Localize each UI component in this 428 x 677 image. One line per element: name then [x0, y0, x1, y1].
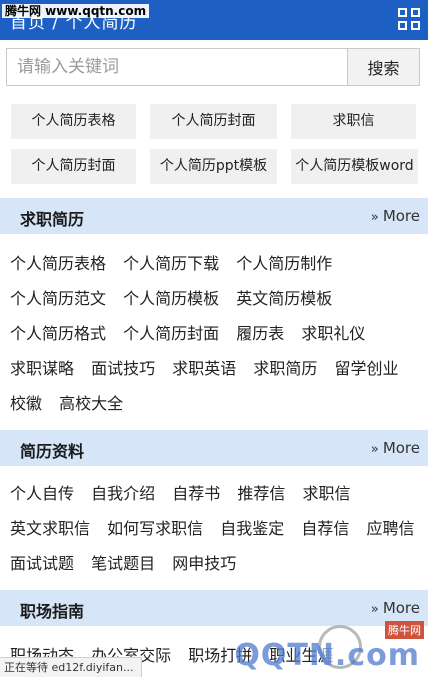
grid-cell — [398, 8, 407, 17]
link-item[interactable]: 自我介绍 — [91, 476, 155, 511]
tag-item[interactable]: 个人简历封面 — [11, 149, 136, 184]
more-link[interactable]: » More — [371, 207, 420, 225]
browser-status-bar: 正在等待 ed12f.diyifan... — [0, 657, 142, 677]
link-item[interactable]: 求职简历 — [253, 351, 317, 386]
link-item[interactable]: 个人简历格式 — [10, 316, 106, 351]
site-watermark: 腾牛网 www.qqtn.com — [2, 4, 150, 18]
section-header-materials: 简历资料 » More — [0, 430, 428, 466]
link-item[interactable]: 面试试题 — [10, 546, 74, 581]
search-button[interactable]: 搜索 — [347, 49, 419, 85]
more-label: More — [382, 207, 420, 225]
link-item[interactable]: 网申技巧 — [172, 546, 236, 581]
link-item[interactable]: 自荐信 — [301, 511, 349, 546]
link-item[interactable]: 如何写求职信 — [107, 511, 203, 546]
tag-item[interactable]: 个人简历表格 — [11, 104, 136, 139]
link-row: 个人简历范文 个人简历模板 英文简历模板 — [10, 281, 422, 316]
link-item[interactable]: 个人简历范文 — [10, 281, 106, 316]
search-bar: 搜索 — [6, 48, 420, 86]
watermark-text: QQTN.com — [234, 638, 420, 673]
link-row: 面试试题 笔试题目 网申技巧 — [10, 546, 422, 581]
section-header-resume: 求职简历 » More — [0, 198, 428, 234]
link-item[interactable]: 个人简历制作 — [236, 246, 332, 281]
section-title: 简历资料 — [20, 442, 85, 461]
grid-cell — [411, 21, 420, 30]
chevron-right-icon: » — [370, 442, 383, 457]
link-item[interactable]: 自我鉴定 — [220, 511, 284, 546]
search-input[interactable] — [7, 49, 349, 85]
link-row: 个人简历表格 个人简历下载 个人简历制作 — [10, 246, 422, 281]
grid-cell — [398, 21, 407, 30]
chevron-right-icon: » — [370, 602, 383, 617]
tag-item[interactable]: 个人简历封面 — [150, 104, 277, 139]
link-row: 英文求职信 如何写求职信 自我鉴定 自荐信 应聘信 — [10, 511, 422, 546]
brand-watermark: 腾牛网 QQTN.com — [234, 621, 428, 677]
link-item[interactable]: 校徽 — [10, 386, 42, 421]
tag-item[interactable]: 求职信 — [291, 104, 416, 139]
tag-item[interactable]: 个人简历模板word — [291, 149, 418, 184]
more-link[interactable]: » More — [371, 599, 420, 617]
link-item[interactable]: 履历表 — [236, 316, 284, 351]
link-item[interactable]: 笔试题目 — [91, 546, 155, 581]
grid-icon[interactable] — [398, 8, 420, 30]
link-item[interactable]: 英文求职信 — [10, 511, 90, 546]
more-label: More — [382, 599, 420, 617]
link-item[interactable]: 英文简历模板 — [236, 281, 332, 316]
link-item[interactable]: 面试技巧 — [91, 351, 155, 386]
link-row: 校徽 高校大全 — [10, 386, 422, 421]
link-item[interactable]: 推荐信 — [237, 476, 285, 511]
link-item[interactable]: 个人自传 — [10, 476, 74, 511]
tag-item[interactable]: 个人简历ppt模板 — [150, 149, 277, 184]
section-title: 职场指南 — [20, 602, 85, 621]
link-row: 个人简历格式 个人简历封面 履历表 求职礼仪 — [10, 316, 422, 351]
link-item[interactable]: 求职信 — [302, 476, 350, 511]
link-item[interactable]: 高校大全 — [59, 386, 123, 421]
link-item[interactable]: 求职谋略 — [10, 351, 74, 386]
link-item[interactable]: 个人简历下载 — [123, 246, 219, 281]
link-item[interactable]: 个人简历表格 — [10, 246, 106, 281]
link-item[interactable]: 求职礼仪 — [301, 316, 365, 351]
link-row: 求职谋略 面试技巧 求职英语 求职简历 留学创业 — [10, 351, 422, 386]
link-row: 个人自传 自我介绍 自荐书 推荐信 求职信 — [10, 476, 422, 511]
link-item[interactable]: 应聘信 — [366, 511, 414, 546]
link-item[interactable]: 个人简历模板 — [123, 281, 219, 316]
section-title: 求职简历 — [20, 210, 85, 229]
link-item[interactable]: 求职英语 — [172, 351, 236, 386]
link-item[interactable]: 留学创业 — [334, 351, 398, 386]
more-link[interactable]: » More — [371, 439, 420, 457]
link-item[interactable]: 自荐书 — [172, 476, 220, 511]
chevron-right-icon: » — [370, 210, 383, 225]
link-item[interactable]: 个人简历封面 — [123, 316, 219, 351]
more-label: More — [382, 439, 420, 457]
grid-cell — [411, 8, 420, 17]
watermark-badge: 腾牛网 — [385, 621, 424, 639]
section-links-resume: 个人简历表格 个人简历下载 个人简历制作 个人简历范文 个人简历模板 英文简历模… — [10, 246, 422, 421]
section-links-materials: 个人自传 自我介绍 自荐书 推荐信 求职信 英文求职信 如何写求职信 自我鉴定 … — [10, 476, 422, 581]
